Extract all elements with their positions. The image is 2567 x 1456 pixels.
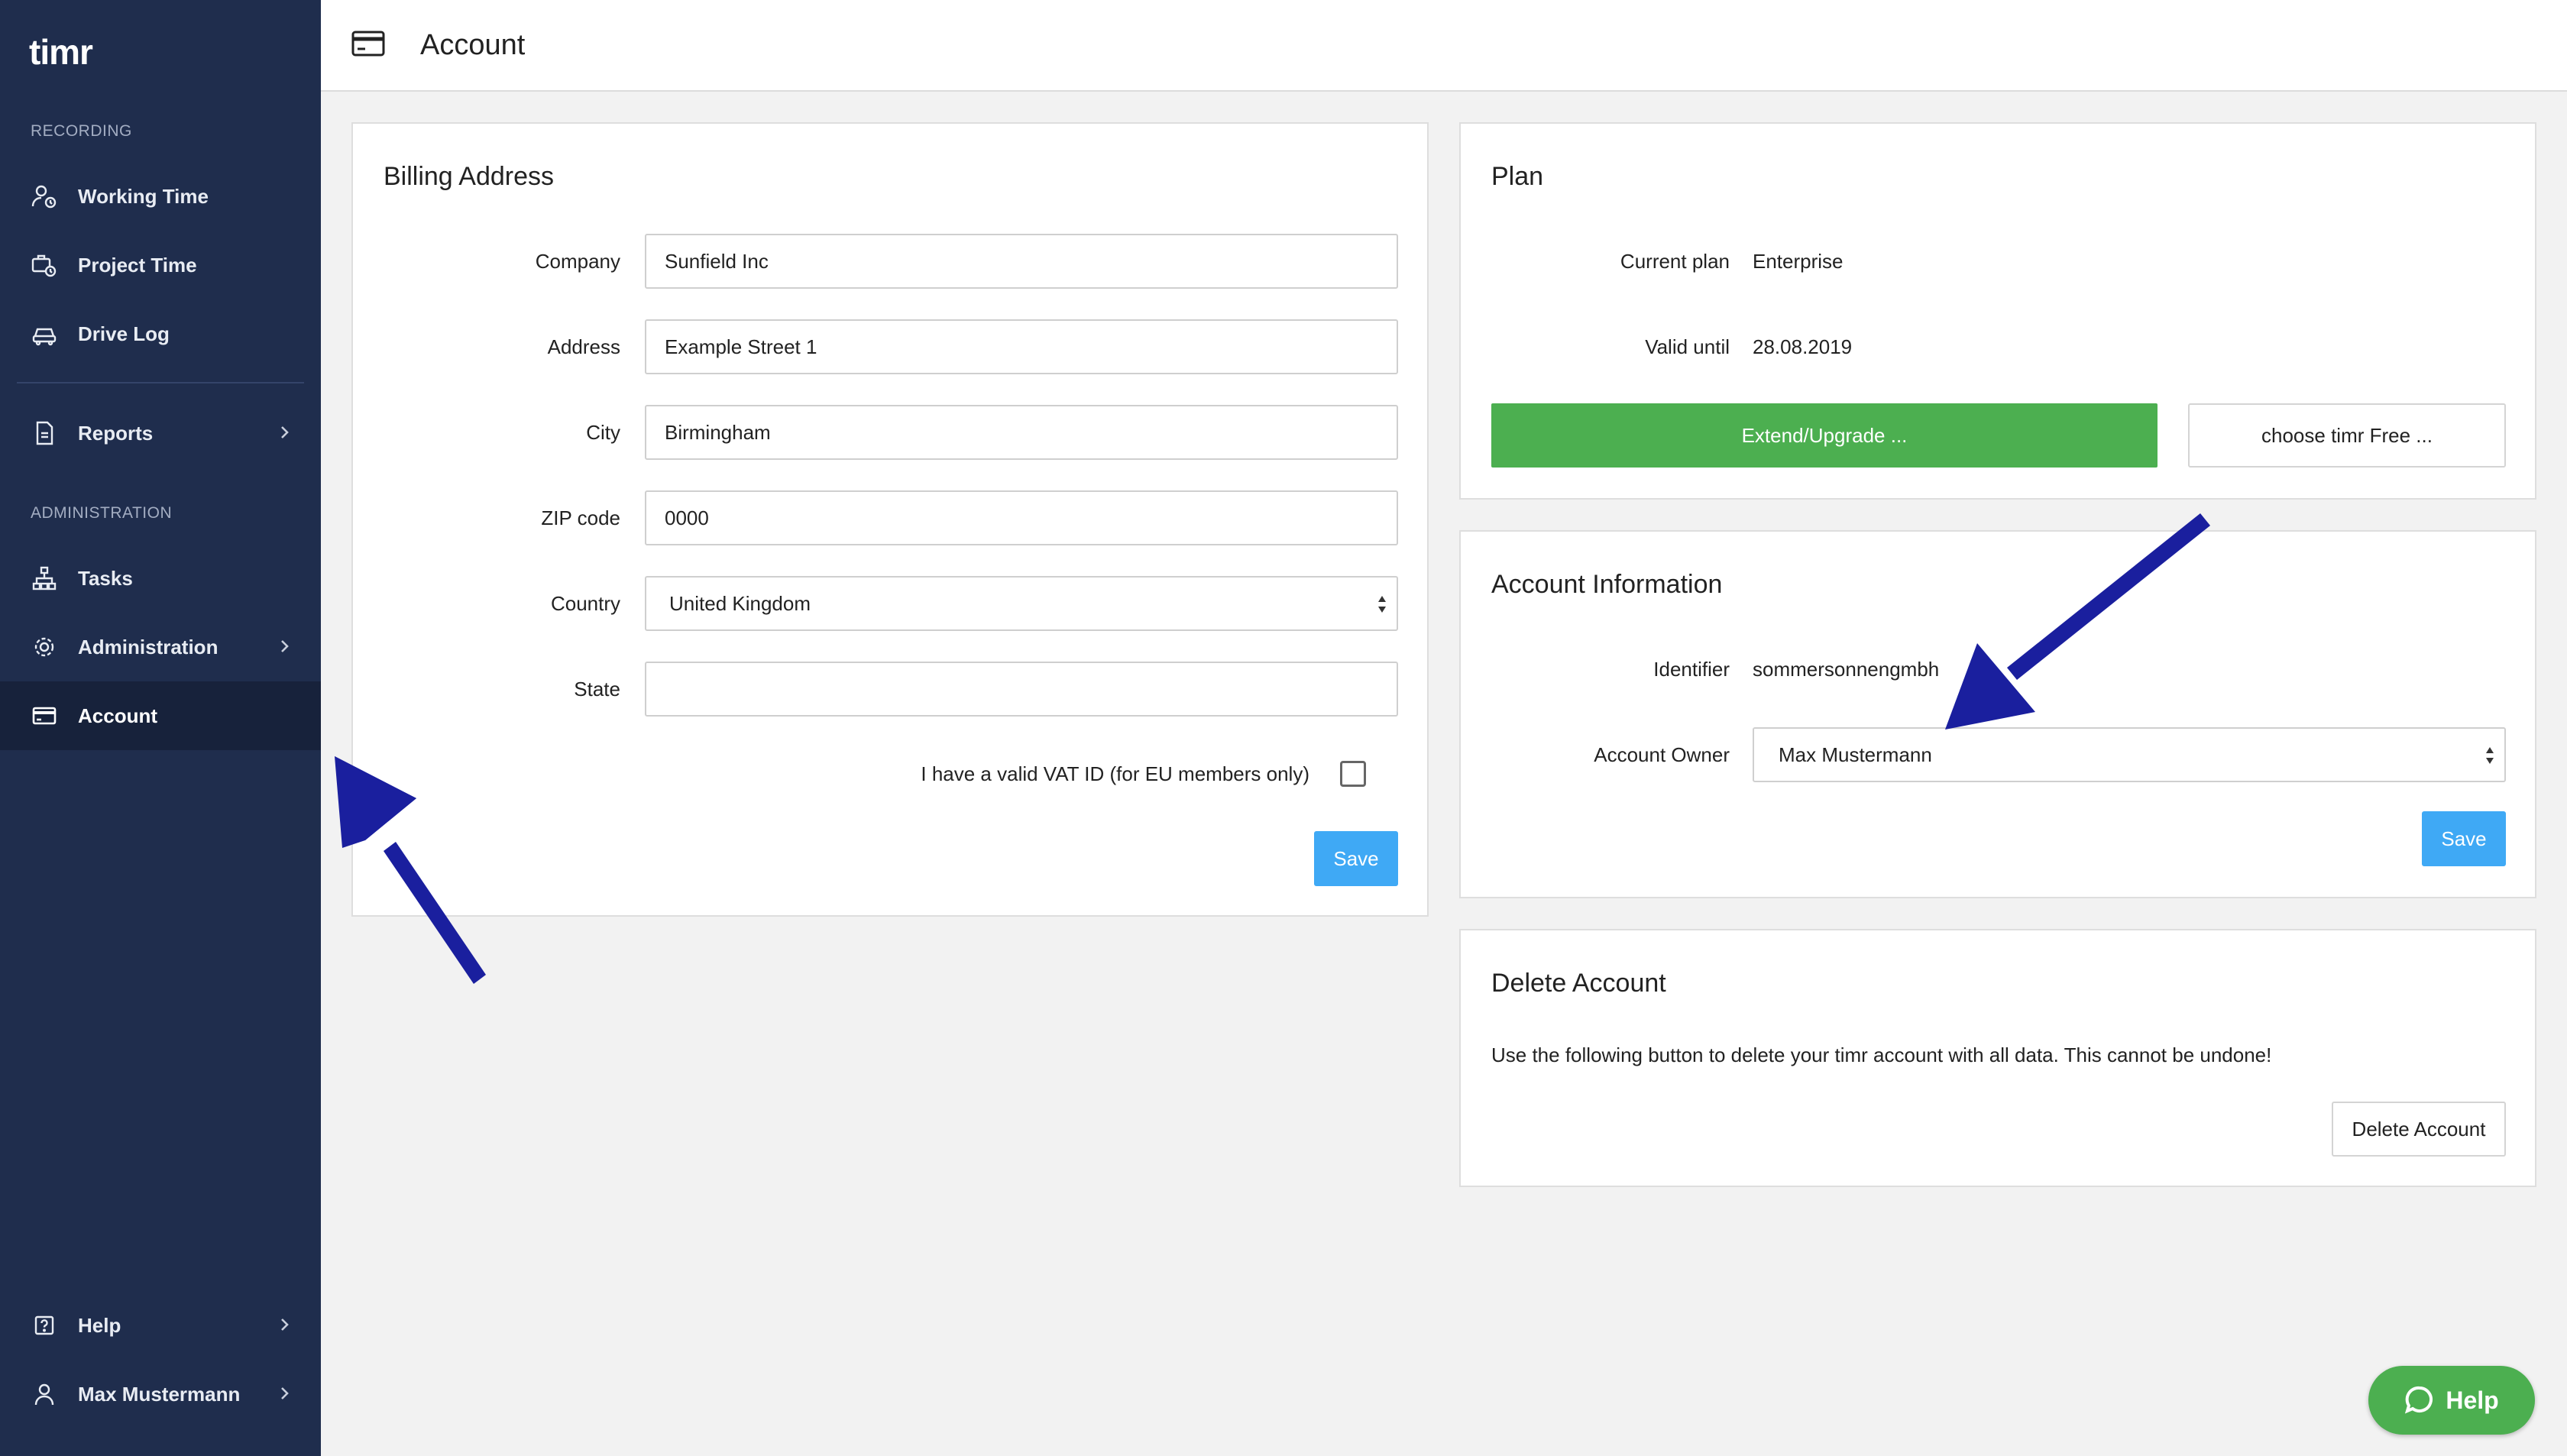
sidebar: timr RECORDING Working Time Project Time…: [0, 0, 321, 1456]
gear-icon: [31, 633, 58, 661]
question-square-icon: [31, 1312, 58, 1339]
city-label: City: [586, 421, 620, 444]
page-header: Account: [321, 0, 2567, 92]
sidebar-item-administration[interactable]: Administration: [0, 613, 321, 681]
account-owner-select[interactable]: Max Mustermann: [1753, 727, 2506, 782]
vat-label: I have a valid VAT ID (for EU members on…: [921, 762, 1309, 785]
address-value: Example Street 1: [665, 335, 817, 358]
zip-input[interactable]: 0000: [645, 490, 1398, 545]
country-select[interactable]: United Kingdom: [645, 576, 1398, 631]
sidebar-item-label: Working Time: [78, 184, 209, 208]
page-title: Account: [420, 28, 526, 61]
timr-logo[interactable]: timr: [29, 29, 93, 75]
sidebar-item-help[interactable]: Help: [0, 1291, 321, 1360]
sidebar-item-tasks[interactable]: Tasks: [0, 544, 321, 613]
sidebar-divider: [17, 382, 304, 383]
user-icon: [31, 1380, 58, 1408]
sidebar-item-label: Project Time: [78, 253, 197, 277]
sidebar-item-drive-log[interactable]: Drive Log: [0, 299, 321, 368]
sidebar-item-working-time[interactable]: Working Time: [0, 162, 321, 231]
current-plan-label: Current plan: [1620, 250, 1730, 273]
delete-description: Use the following button to delete your …: [1491, 1043, 2272, 1066]
billing-save-button[interactable]: Save: [1314, 831, 1398, 886]
chat-bubble-icon: [2405, 1386, 2433, 1414]
company-input[interactable]: Sunfield Inc: [645, 234, 1398, 289]
help-fab-label: Help: [2446, 1386, 2499, 1414]
address-input[interactable]: Example Street 1: [645, 319, 1398, 374]
hierarchy-icon: [31, 565, 58, 592]
logo-text: timr: [29, 32, 93, 72]
document-icon: [31, 419, 58, 447]
address-label: Address: [547, 335, 620, 358]
chevron-right-icon: [280, 422, 290, 448]
state-label: State: [574, 678, 620, 700]
card-title: Delete Account: [1491, 969, 1666, 998]
zip-label: ZIP code: [541, 506, 620, 529]
card-title: Plan: [1491, 162, 1544, 191]
select-arrows-icon: [1377, 594, 1387, 620]
chevron-right-icon: [280, 1315, 290, 1340]
country-value: United Kingdom: [669, 591, 811, 615]
choose-free-button[interactable]: choose timr Free ...: [2188, 403, 2506, 468]
account-information-card: Account Information Identifier sommerson…: [1459, 530, 2536, 898]
car-icon: [31, 320, 58, 348]
delete-account-card: Delete Account Use the following button …: [1459, 929, 2536, 1187]
current-plan-value: Enterprise: [1753, 250, 1844, 273]
chevron-right-icon: [280, 1383, 290, 1409]
credit-card-icon: [351, 30, 385, 61]
account-owner-value: Max Mustermann: [1779, 743, 1932, 766]
sidebar-item-label: Administration: [78, 635, 219, 658]
state-input[interactable]: [645, 662, 1398, 717]
vat-checkbox[interactable]: [1340, 761, 1366, 787]
company-value: Sunfield Inc: [665, 249, 769, 273]
section-label-recording: RECORDING: [31, 122, 132, 140]
help-chat-button[interactable]: Help: [2368, 1366, 2535, 1435]
account-owner-label: Account Owner: [1594, 743, 1730, 766]
sidebar-item-label: Max Mustermann: [78, 1382, 241, 1406]
billing-address-card: Billing Address Company Sunfield Inc Add…: [351, 122, 1429, 917]
city-value: Birmingham: [665, 420, 771, 444]
country-label: Country: [550, 592, 620, 615]
sidebar-item-label: Reports: [78, 421, 154, 445]
credit-card-icon: [31, 702, 58, 730]
briefcase-clock-icon: [31, 251, 58, 279]
zip-value: 0000: [665, 506, 709, 529]
sidebar-item-user[interactable]: Max Mustermann: [0, 1360, 321, 1428]
sidebar-item-label: Account: [78, 704, 157, 727]
delete-account-button[interactable]: Delete Account: [2332, 1102, 2506, 1157]
company-label: Company: [535, 250, 620, 273]
identifier-value: sommersonnengmbh: [1753, 658, 1940, 681]
user-clock-icon: [31, 183, 58, 210]
identifier-label: Identifier: [1653, 658, 1730, 681]
plan-card: Plan Current plan Enterprise Valid until…: [1459, 122, 2536, 500]
card-title: Account Information: [1491, 570, 1723, 599]
sidebar-item-label: Tasks: [78, 566, 133, 590]
sidebar-item-project-time[interactable]: Project Time: [0, 231, 321, 299]
account-info-save-button[interactable]: Save: [2422, 811, 2506, 866]
section-label-administration: ADMINISTRATION: [31, 504, 173, 522]
chevron-right-icon: [280, 636, 290, 662]
valid-until-value: 28.08.2019: [1753, 335, 1853, 358]
card-title: Billing Address: [384, 162, 555, 191]
sidebar-item-label: Help: [78, 1313, 121, 1337]
select-arrows-icon: [2484, 746, 2495, 771]
city-input[interactable]: Birmingham: [645, 405, 1398, 460]
sidebar-item-label: Drive Log: [78, 322, 170, 345]
extend-upgrade-button[interactable]: Extend/Upgrade ...: [1491, 403, 2158, 468]
sidebar-item-account[interactable]: Account: [0, 681, 321, 750]
valid-until-label: Valid until: [1645, 335, 1730, 358]
sidebar-item-reports[interactable]: Reports: [0, 399, 321, 468]
